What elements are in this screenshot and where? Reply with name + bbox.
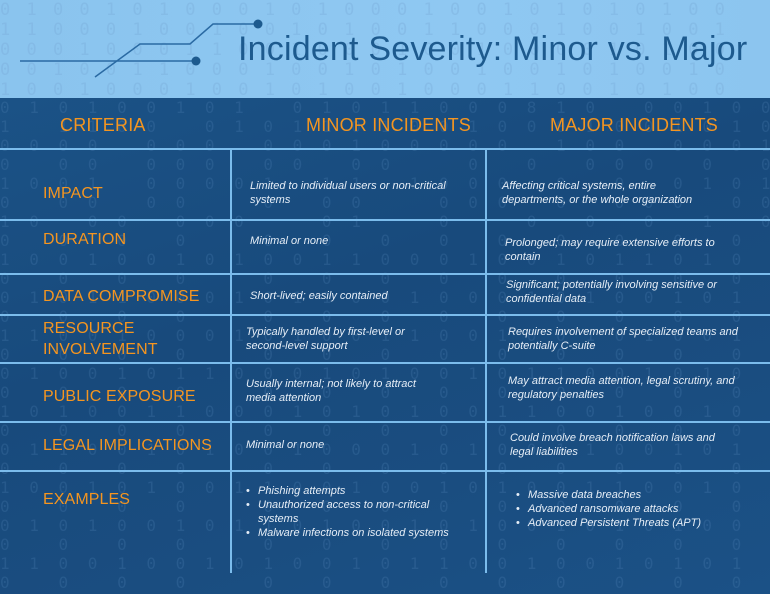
criterion-label: RESOURCE INVOLVEMENT: [43, 320, 158, 358]
column-header-major: MAJOR INCIDENTS: [550, 115, 719, 135]
column-header-criteria: CRITERIA: [60, 115, 146, 135]
minor-cell: Short-lived; easily contained: [250, 290, 388, 302]
grid-line-horizontal: [0, 421, 770, 423]
grid-line-horizontal: [0, 362, 770, 364]
grid-line-horizontal: [0, 314, 770, 316]
major-cell: May attract media attention, legal scrut…: [508, 375, 735, 401]
grid-line-horizontal: [0, 273, 770, 275]
grid-line-horizontal: [0, 148, 770, 150]
minor-cell: Usually internal; not likely to attract …: [246, 378, 416, 404]
major-cell: Significant; potentially involving sensi…: [506, 279, 717, 305]
list-item: Phishing attempts: [246, 484, 471, 498]
criterion-label: IMPACT: [43, 185, 103, 202]
title-banner: 0 1 0 0 1 0 1 0 0 0 1 0 1 0 0 0 1 0 0 1 …: [0, 0, 770, 98]
minor-cell: Limited to individual users or non-criti…: [250, 180, 446, 206]
list-item: Massive data breaches: [516, 488, 751, 502]
minor-cell: Typically handled by first-level or seco…: [246, 326, 405, 352]
minor-cell: Minimal or none: [250, 235, 329, 247]
grid-line-vertical: [485, 149, 487, 573]
grid-line-vertical: [230, 149, 232, 573]
minor-examples-list: Phishing attempts Unauthorized access to…: [246, 484, 471, 540]
circuit-line-icon: [20, 19, 263, 78]
major-cell: Could involve breach notification laws a…: [510, 432, 715, 458]
list-item: Advanced ransomware attacks: [516, 502, 751, 516]
grid-line-horizontal: [0, 470, 770, 472]
criterion-label: DURATION: [43, 231, 127, 248]
major-cell: Prolonged; may require extensive efforts…: [505, 237, 715, 263]
major-examples-list: Massive data breaches Advanced ransomwar…: [516, 488, 751, 530]
list-item: Unauthorized access to non-critical syst…: [246, 498, 471, 526]
column-header-minor: MINOR INCIDENTS: [306, 115, 471, 135]
criterion-label: PUBLIC EXPOSURE: [43, 388, 196, 405]
list-item: Malware infections on isolated systems: [246, 526, 471, 540]
major-cell: Requires involvement of specialized team…: [508, 326, 738, 352]
major-cell: Affecting critical systems, entire depar…: [502, 180, 693, 206]
grid-line-horizontal: [0, 219, 770, 221]
minor-cell: Minimal or none: [246, 439, 325, 451]
page-title: Incident Severity: Minor vs. Major: [238, 30, 748, 68]
list-item: Advanced Persistent Threats (APT): [516, 516, 751, 530]
criterion-label: LEGAL IMPLICATIONS: [43, 437, 212, 454]
criterion-label: EXAMPLES: [43, 491, 131, 508]
criterion-label: DATA COMPROMISE: [43, 288, 200, 305]
